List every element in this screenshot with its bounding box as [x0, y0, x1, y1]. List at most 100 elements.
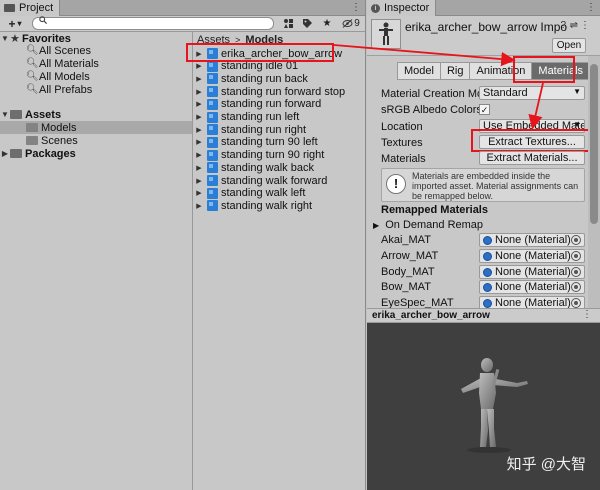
search-input[interactable] [32, 16, 274, 30]
expand-arrow-icon[interactable]: ▶ [194, 113, 204, 121]
asset-item[interactable]: ▶ standing run right [194, 123, 365, 136]
tab-menu-icon[interactable]: ⋮ [586, 2, 596, 13]
search-icon: 🔍︎ [26, 71, 39, 82]
inspector-tab[interactable]: i Inspector [367, 0, 437, 16]
expand-arrow-icon[interactable]: ▶ [194, 151, 204, 159]
srgb-checkbox[interactable]: ✓ [479, 104, 490, 115]
inspector-title: erika_archer_bow_arrow Impo [405, 20, 568, 34]
expand-arrow-icon[interactable]: ▶ [194, 100, 204, 108]
create-button[interactable]: + ▾ [4, 17, 26, 31]
hidden-count: 9 [354, 18, 360, 29]
asset-item[interactable]: ▶ standing turn 90 right [194, 149, 365, 162]
tab-rig[interactable]: Rig [439, 62, 470, 80]
tab-menu-icon[interactable]: ⋮ [351, 2, 361, 13]
expand-arrow-icon[interactable]: ▶ [194, 62, 204, 70]
hidden-packages-toggle[interactable]: 9 [338, 17, 364, 30]
help-icon[interactable]: ? [560, 20, 566, 31]
model-prefab-icon [207, 200, 218, 212]
expand-arrow-icon[interactable]: ▶ [194, 126, 204, 134]
asset-label: standing run forward [221, 98, 322, 111]
tree-item-favorite[interactable]: 🔍︎ All Prefabs [0, 83, 192, 96]
material-remap-row: Arrow_MAT None (Material) [367, 248, 600, 265]
model-prefab-icon [207, 162, 218, 174]
inspector-scrollbar[interactable] [588, 56, 600, 308]
material-sphere-icon [483, 299, 492, 309]
tree-item-favorite[interactable]: 🔍︎ All Materials [0, 57, 192, 70]
expand-arrow-icon[interactable]: ▶ [194, 164, 204, 172]
preview-header[interactable]: erika_archer_bow_arrow ⋮ [367, 308, 600, 323]
expand-arrow-icon[interactable]: ▶ [0, 149, 10, 158]
object-picker-icon[interactable] [571, 282, 581, 293]
model-prefab-icon [207, 124, 218, 136]
asset-item[interactable]: ▶ standing run forward [194, 98, 365, 111]
material-object-field[interactable]: None (Material) [479, 248, 585, 263]
asset-item[interactable]: ▶ standing walk right [194, 199, 365, 212]
folder-icon [4, 4, 15, 12]
expand-arrow-icon[interactable]: ▼ [0, 34, 10, 43]
folder-label: Scenes [41, 134, 78, 147]
highlight-box-materials-tab [513, 56, 575, 83]
expand-arrow-icon[interactable]: ▶ [194, 189, 204, 197]
asset-label: standing run right [221, 123, 306, 136]
presets-icon[interactable]: ⇌ [570, 20, 578, 31]
search-by-type-icon[interactable] [281, 17, 295, 30]
materials-label: Materials [381, 153, 426, 165]
folder-tree: ▼ ★ Favorites 🔍︎ All Scenes 🔍︎ All Mater… [0, 32, 193, 490]
object-picker-icon[interactable] [571, 266, 581, 277]
material-remap-row: Bow_MAT None (Material) [367, 280, 600, 296]
more-icon[interactable]: ⋮ [580, 20, 590, 31]
asset-label: standing walk left [221, 187, 306, 200]
tab-model[interactable]: Model [397, 62, 440, 80]
asset-item[interactable]: ▶ standing turn 90 left [194, 136, 365, 149]
object-picker-icon[interactable] [571, 250, 581, 261]
tree-item-packages[interactable]: ▶ Packages [0, 147, 192, 160]
expand-arrow-icon[interactable]: ▶ [194, 138, 204, 146]
asset-item[interactable]: ▶ standing run back [194, 72, 365, 85]
creation-mode-dropdown[interactable]: Standard ▼ [479, 86, 585, 100]
favorite-label: All Scenes [39, 44, 91, 57]
scroll-thumb[interactable] [590, 64, 598, 224]
open-button[interactable]: Open [552, 38, 586, 53]
folder-icon [10, 149, 22, 158]
asset-label: standing turn 90 right [221, 149, 325, 162]
model-prefab-icon [207, 187, 218, 199]
tree-item-models[interactable]: Models [0, 121, 192, 134]
material-sphere-icon [483, 283, 492, 293]
tree-item-favorite[interactable]: 🔍︎ All Scenes [0, 44, 192, 57]
object-picker-icon[interactable] [571, 235, 581, 245]
folder-label: Models [41, 121, 77, 134]
material-object-field[interactable]: None (Material) [479, 264, 585, 279]
extract-materials-button[interactable]: Extract Materials... [479, 151, 585, 165]
model-prefab-icon [207, 136, 218, 148]
asset-item[interactable]: ▶ standing walk forward [194, 174, 365, 187]
model-preview[interactable]: 知乎 @大智 [367, 323, 600, 490]
asset-item[interactable]: ▶ standing walk back [194, 161, 365, 174]
project-tab[interactable]: Project [0, 0, 61, 16]
asset-item[interactable]: ▶ standing run left [194, 111, 365, 124]
asset-label: standing run forward stop [221, 85, 346, 98]
model-prefab-icon [207, 86, 218, 98]
asset-item[interactable]: ▶ standing run forward stop [194, 85, 365, 98]
expand-arrow-icon[interactable]: ▶ [194, 202, 204, 210]
material-object-field[interactable]: None (Material) [479, 280, 585, 295]
chevron-down-icon: ▼ [573, 120, 581, 129]
info-icon: i [371, 3, 380, 13]
expand-arrow-icon[interactable]: ▶ [194, 88, 204, 96]
tree-item-favorite[interactable]: 🔍︎ All Models [0, 70, 192, 83]
label-filter-icon[interactable] [300, 17, 314, 30]
favorite-label: All Materials [39, 57, 99, 70]
object-picker-icon[interactable] [571, 298, 581, 309]
asset-item[interactable]: ▶ standing walk left [194, 187, 365, 200]
packages-label: Packages [25, 147, 76, 160]
tree-item-scenes[interactable]: Scenes [0, 134, 192, 147]
favorite-star-icon[interactable]: ★ [320, 17, 334, 30]
expand-arrow-icon[interactable]: ▼ [0, 110, 10, 119]
material-object-field[interactable]: None (Material) [479, 233, 585, 247]
expand-arrow-icon[interactable]: ▶ [194, 75, 204, 83]
expand-arrow-icon[interactable]: ▶ [194, 177, 204, 185]
more-icon[interactable]: ⋮ [582, 309, 592, 320]
on-demand-remap-foldout[interactable]: ▶ On Demand Remap [373, 219, 483, 231]
project-window: Project ⋮ + ▾ ★ 9 ▼ ★ Favorites 🔍︎ All S… [0, 0, 366, 490]
warning-icon: ! [386, 174, 406, 194]
tree-item-assets[interactable]: ▼ Assets [0, 108, 192, 121]
